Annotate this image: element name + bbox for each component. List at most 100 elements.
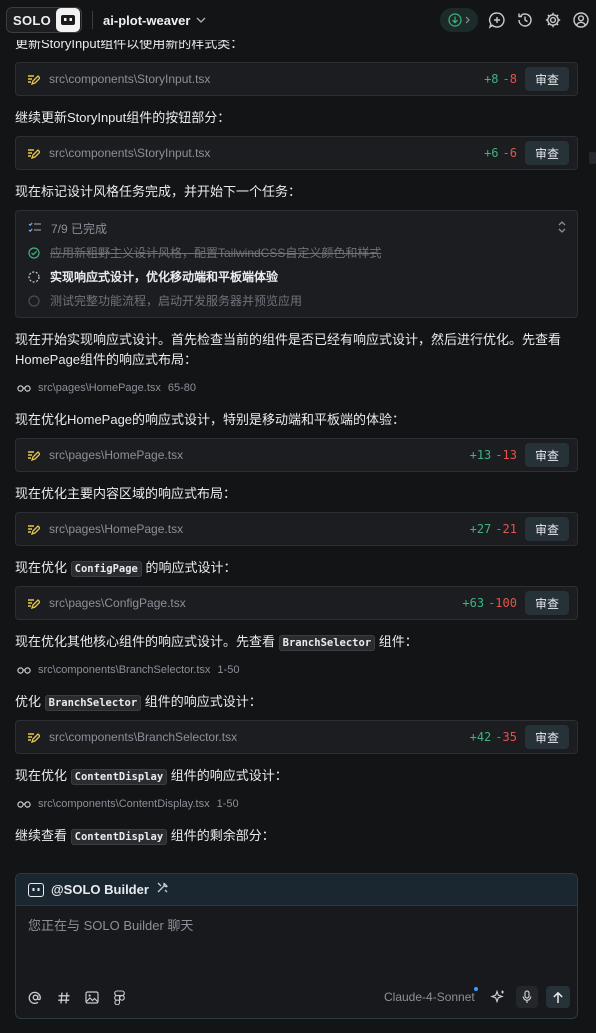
diff-stats: +63 -100	[462, 596, 517, 610]
lines-removed: -6	[502, 146, 517, 160]
lines-removed: -100	[488, 596, 517, 610]
chevron-right-icon	[465, 16, 470, 24]
file-edit-card[interactable]: src\pages\ConfigPage.tsx +63 -100 审查	[15, 586, 578, 620]
assistant-message: 继续查看 ContentDisplay 组件的剩余部分：	[15, 826, 275, 847]
model-selector[interactable]: Claude-4-Sonnet	[384, 990, 475, 1004]
assistant-message: 现在标记设计风格任务完成，并开始下一个任务：	[15, 184, 302, 199]
edit-file-icon	[26, 730, 40, 744]
assistant-message: 现在优化 ContentDisplay 组件的响应式设计：	[15, 766, 288, 787]
agent-name: @SOLO Builder	[51, 882, 149, 897]
line-range: 1-50	[217, 664, 240, 676]
todo-progress-label: 7/9 已完成	[51, 222, 108, 236]
file-path: src\pages\HomePage.tsx	[49, 522, 184, 536]
review-button[interactable]: 审查	[524, 141, 569, 165]
inline-code: BranchSelector	[278, 635, 376, 651]
hashtag-icon[interactable]	[56, 990, 71, 1005]
model-status-dot	[474, 987, 478, 991]
file-path: src\pages\ConfigPage.tsx	[49, 596, 186, 610]
scrollbar-thumb[interactable]	[589, 152, 596, 164]
composer-toolbar	[28, 990, 127, 1005]
diff-stats: +8 -8	[484, 72, 517, 86]
sparkle-icon[interactable]	[490, 989, 506, 1005]
check-circle-icon	[28, 246, 40, 259]
file-edit-card[interactable]: src\components\StoryInput.tsx +8 -8 审查	[15, 62, 578, 96]
file-path: src\components\ContentDisplay.tsx	[38, 798, 210, 810]
edit-file-icon	[26, 448, 40, 462]
lines-removed: -21	[495, 522, 517, 536]
lines-added: +8	[484, 72, 499, 86]
diff-stats: +13 -13	[470, 448, 517, 462]
line-range: 65-80	[167, 382, 197, 394]
file-edit-card[interactable]: src\components\StoryInput.tsx +6 -6 审查	[15, 136, 578, 170]
glasses-icon	[17, 385, 31, 392]
tools-icon[interactable]	[156, 881, 169, 899]
review-button[interactable]: 审查	[524, 517, 569, 541]
assistant-message: 现在开始实现响应式设计。首先检查当前的组件是否已经有响应式设计，然后进行优化。先…	[15, 332, 562, 367]
file-read-entry[interactable]: src\components\BranchSelector.tsx 1-50	[17, 664, 239, 676]
assistant-message: 优化 BranchSelector 组件的响应式设计：	[15, 692, 262, 713]
assistant-message: 现在优化其他核心组件的响应式设计。先查看 BranchSelector 组件：	[15, 632, 418, 653]
review-button[interactable]: 审查	[524, 591, 569, 615]
history-icon[interactable]	[515, 11, 534, 30]
file-path: src\pages\HomePage.tsx	[49, 448, 184, 462]
message-text: 现在优化	[15, 768, 68, 783]
lines-removed: -13	[495, 448, 517, 462]
header-divider	[92, 11, 94, 29]
edit-file-icon	[26, 596, 40, 610]
lines-removed: -35	[495, 730, 517, 744]
file-path: src\components\StoryInput.tsx	[49, 146, 211, 160]
edit-file-icon	[26, 72, 40, 86]
send-button[interactable]	[546, 986, 570, 1008]
solo-label: SOLO	[13, 12, 52, 28]
chevron-down-icon[interactable]	[196, 14, 208, 26]
lines-added: +63	[462, 596, 485, 610]
message-text: 组件的响应式设计：	[170, 768, 288, 783]
spinner-icon	[28, 270, 40, 283]
inline-code: ContentDisplay	[70, 829, 168, 845]
robot-icon	[56, 8, 81, 32]
solo-mode-badge[interactable]: SOLO	[6, 7, 83, 33]
todo-item-in-progress: 实现响应式设计，优化移动端和平板端体验	[28, 268, 278, 285]
expand-collapse-icon[interactable]	[557, 220, 567, 234]
review-button[interactable]: 审查	[524, 67, 569, 91]
lines-added: +6	[484, 146, 499, 160]
message-text: 组件的响应式设计：	[144, 694, 262, 709]
figma-icon[interactable]	[112, 990, 127, 1005]
lines-added: +42	[469, 730, 492, 744]
message-text: 组件：	[378, 634, 418, 649]
sync-status-pill[interactable]	[440, 8, 478, 32]
review-button[interactable]: 审查	[524, 725, 569, 749]
todo-item-pending: 测试完整功能流程，启动开发服务器并预览应用	[28, 292, 302, 309]
assistant-message: 现在优化HomePage的响应式设计，特别是移动端和平板端的体验：	[15, 412, 406, 427]
inline-code: ContentDisplay	[70, 769, 168, 785]
project-name[interactable]: ai-plot-weaver	[103, 13, 190, 28]
file-read-entry[interactable]: src\components\ContentDisplay.tsx 1-50	[17, 798, 239, 810]
file-edit-card[interactable]: src\components\BranchSelector.tsx +42 -35…	[15, 720, 578, 754]
chat-input[interactable]	[28, 918, 558, 933]
review-button[interactable]: 审查	[524, 443, 569, 467]
agent-header: @SOLO Builder	[16, 874, 577, 906]
download-circle-icon	[448, 13, 462, 27]
file-edit-card[interactable]: src\pages\HomePage.tsx +27 -21 审查	[15, 512, 578, 546]
message-text: 现在优化	[15, 560, 68, 575]
image-icon[interactable]	[84, 990, 99, 1005]
arrow-up-icon	[553, 991, 563, 1003]
todo-item-label: 应用新粗野主义设计风格，配置TailwindCSS自定义颜色和样式	[50, 246, 382, 260]
empty-circle-icon	[28, 294, 40, 307]
microphone-icon	[522, 990, 532, 1003]
file-path: src\pages\HomePage.tsx	[38, 382, 161, 394]
microphone-button[interactable]	[516, 986, 538, 1008]
top-bar: SOLO ai-plot-weaver	[0, 0, 596, 40]
glasses-icon	[17, 801, 31, 808]
user-account-icon[interactable]	[571, 11, 590, 30]
file-read-entry[interactable]: src\pages\HomePage.tsx 65-80	[17, 382, 196, 394]
todo-item-done: 应用新粗野主义设计风格，配置TailwindCSS自定义颜色和样式	[28, 244, 381, 261]
lines-removed: -8	[502, 72, 517, 86]
file-path: src\components\StoryInput.tsx	[49, 72, 211, 86]
new-chat-icon[interactable]	[487, 11, 506, 30]
assistant-message: 继续更新StoryInput组件的按钮部分：	[15, 110, 231, 125]
file-edit-card[interactable]: src\pages\HomePage.tsx +13 -13 审查	[15, 438, 578, 472]
gear-icon[interactable]	[543, 11, 562, 30]
mention-icon[interactable]	[28, 990, 43, 1005]
message-text: 组件的剩余部分：	[170, 828, 275, 843]
